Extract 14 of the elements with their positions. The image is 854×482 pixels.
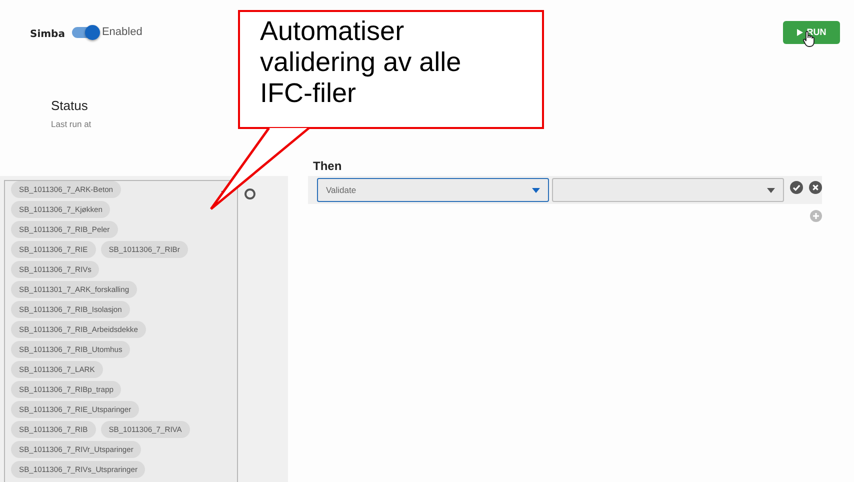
circle-icon[interactable] — [244, 188, 256, 200]
status-title: Status — [51, 98, 89, 113]
last-run-label: Last run at — [51, 119, 92, 129]
play-icon — [796, 28, 803, 36]
app-name: Simba — [30, 28, 65, 40]
enabled-toggle[interactable] — [72, 26, 98, 38]
check-icon[interactable] — [790, 180, 803, 194]
action-select[interactable]: Validate — [317, 178, 549, 202]
caret-icon — [767, 188, 775, 192]
toggle-label: Enabled — [102, 26, 142, 38]
file-multiselect[interactable] — [4, 180, 238, 482]
then-title: Then — [312, 159, 343, 175]
close-icon[interactable] — [809, 180, 822, 194]
caret-icon — [532, 188, 540, 192]
